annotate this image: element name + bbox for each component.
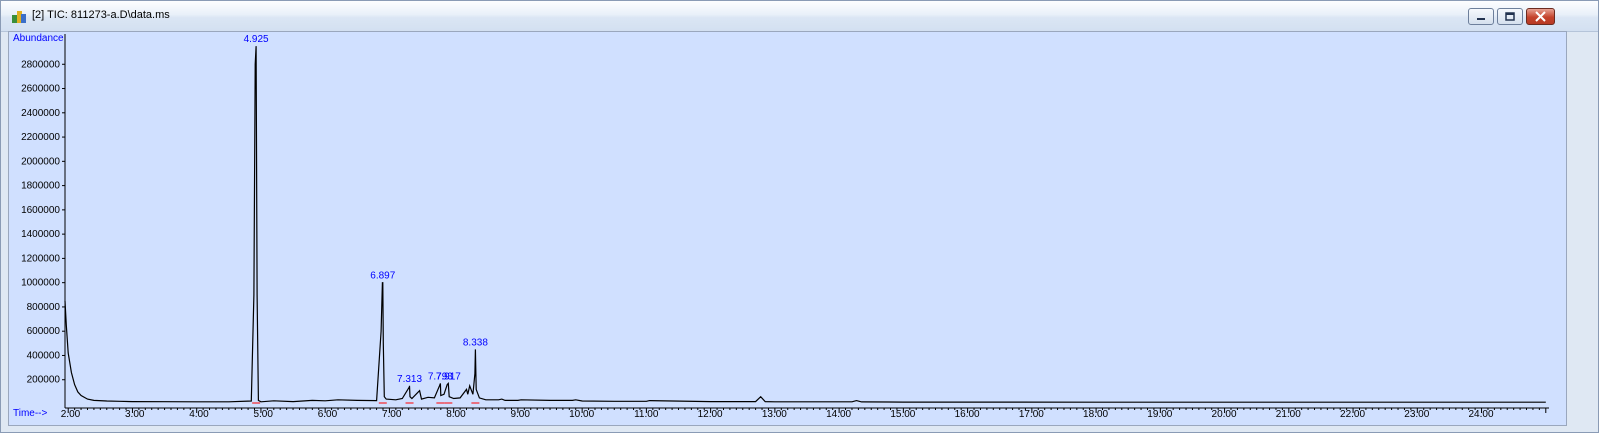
x-tick-label: 19.00	[1147, 409, 1172, 420]
y-tick-label: 2800000	[21, 59, 60, 70]
peak-label: 8.338	[463, 337, 488, 348]
y-tick-label: 200000	[27, 375, 61, 386]
tic-trace	[64, 46, 1546, 403]
minimize-button[interactable]	[1468, 8, 1494, 25]
y-axis-title: Abundance	[13, 33, 64, 44]
x-tick-label: 3.00	[125, 409, 145, 420]
title-bar[interactable]: [2] TIC: 811273-a.D\data.ms	[1, 1, 1598, 32]
y-tick-label: 1800000	[21, 181, 60, 192]
x-tick-label: 18.00	[1083, 409, 1108, 420]
x-tick-label: 2.00	[61, 409, 81, 420]
chromatogram-window: [2] TIC: 811273-a.D\data.ms Abundance Tim…	[0, 0, 1599, 433]
restore-button[interactable]	[1497, 8, 1523, 25]
x-tick-label: 14.00	[826, 409, 851, 420]
y-tick-label: 400000	[27, 350, 61, 361]
x-tick-label: 8.00	[446, 409, 466, 420]
x-tick-label: 13.00	[762, 409, 787, 420]
peak-label: 6.897	[370, 271, 395, 282]
x-tick-label: 24.00	[1469, 409, 1494, 420]
minimize-icon	[1477, 18, 1485, 20]
x-tick-label: 16.00	[955, 409, 980, 420]
x-tick-label: 21.00	[1276, 409, 1301, 420]
peak-label: 4.925	[244, 34, 269, 45]
x-tick-label: 10.00	[569, 409, 594, 420]
restore-icon	[1505, 12, 1515, 21]
x-tick-label: 23.00	[1404, 409, 1429, 420]
y-tick-label: 2200000	[21, 132, 60, 143]
peak-label: 7.917	[436, 371, 461, 382]
x-axis-title: Time-->	[13, 408, 48, 419]
x-tick-label: 17.00	[1019, 409, 1044, 420]
x-tick-label: 7.00	[382, 409, 402, 420]
chromatogram-chart: Abundance Time--> 200000 400000 600000 800000…	[13, 33, 1549, 420]
y-tick-label: 2600000	[21, 84, 60, 95]
y-tick-label: 600000	[27, 326, 61, 337]
chromatogram-app-icon	[12, 11, 26, 23]
peak-label: 7.313	[397, 374, 422, 385]
close-icon	[1535, 11, 1546, 22]
x-tick-label: 11.00	[634, 409, 659, 420]
y-tick-label: 800000	[27, 302, 61, 313]
window-title: [2] TIC: 811273-a.D\data.ms	[32, 9, 170, 21]
close-button[interactable]	[1526, 8, 1555, 25]
x-tick-label: 6.00	[318, 409, 338, 420]
y-tick-label: 1400000	[21, 229, 60, 240]
x-tick-label: 4.00	[189, 409, 209, 420]
y-tick-label: 2400000	[21, 108, 60, 119]
x-tick-label: 22.00	[1340, 409, 1365, 420]
y-tick-label: 1200000	[21, 253, 60, 264]
y-tick-label: 2000000	[21, 156, 60, 167]
plot-area: Abundance Time--> 200000 400000 600000 800000…	[8, 31, 1567, 426]
x-tick-label: 12.00	[698, 409, 723, 420]
x-tick-label: 20.00	[1212, 409, 1237, 420]
x-tick-label: 5.00	[253, 409, 273, 420]
x-tick-label: 9.00	[510, 409, 530, 420]
x-tick-label: 15.00	[890, 409, 915, 420]
y-tick-label: 1000000	[21, 278, 60, 289]
y-tick-label: 1600000	[21, 205, 60, 216]
